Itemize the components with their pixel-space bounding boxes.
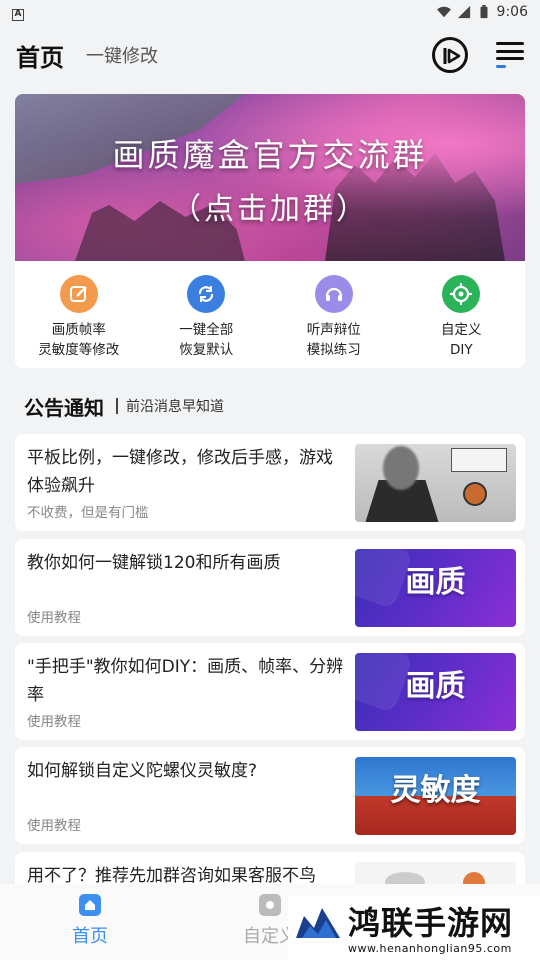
quick-action-sound-practice[interactable]: 听声辩位 模拟练习 bbox=[270, 261, 398, 368]
menu-line bbox=[496, 42, 524, 45]
article-title: 教你如何一键解锁120和所有画质 bbox=[27, 553, 281, 573]
crosshair-icon bbox=[442, 275, 481, 313]
article-meta: 使用教程 bbox=[27, 610, 81, 626]
tab-home[interactable]: 首页 bbox=[0, 884, 180, 960]
quick-action-line: 恢复默认 bbox=[179, 342, 234, 358]
divider bbox=[116, 398, 118, 414]
watermark-name: 鸿联手游网 bbox=[348, 904, 514, 942]
quick-action-line: 灵敏度等修改 bbox=[38, 342, 120, 358]
watermark-url: www.henanhonglian95.com bbox=[348, 942, 512, 955]
status-bar: A 9:06 bbox=[0, 0, 540, 24]
notice-section-header: 公告通知 前沿消息早知道 bbox=[24, 392, 224, 420]
quick-action-line: 模拟练习 bbox=[306, 342, 361, 358]
site-watermark: 鸿联手游网 www.henanhonglian95.com bbox=[288, 896, 540, 960]
quick-action-label: 一键全部 恢复默认 bbox=[179, 320, 233, 360]
article-title: "手把手"教你如何DIY：画质、帧率、分辨率 bbox=[27, 657, 344, 705]
page-title: 首页 bbox=[16, 43, 64, 72]
page-subtitle[interactable]: 一键修改 bbox=[86, 42, 158, 68]
thumbnail-word: 画质 bbox=[405, 565, 466, 600]
article-meta: 使用教程 bbox=[27, 714, 81, 730]
article-meta: 不收费，但是有门槛 bbox=[27, 505, 149, 521]
banner-title: 画质魔盒官方交流群 bbox=[112, 136, 428, 174]
play-button[interactable] bbox=[432, 37, 468, 73]
home-icon bbox=[79, 894, 101, 916]
tab-label: 首页 bbox=[72, 926, 108, 947]
quick-action-label: 画质帧率 灵敏度等修改 bbox=[38, 320, 119, 360]
status-time: 9:06 bbox=[496, 4, 528, 20]
join-group-banner[interactable]: 画质魔盒官方交流群 （点击加群） bbox=[15, 94, 525, 261]
menu-line-accent bbox=[496, 64, 506, 68]
headset-icon bbox=[314, 275, 353, 313]
thumbnail-art bbox=[383, 446, 419, 490]
quick-action-label: 自定义 DIY bbox=[441, 320, 482, 360]
menu-button[interactable] bbox=[496, 42, 524, 68]
article-title: 如何解锁自定义陀螺仪灵敏度? bbox=[27, 761, 258, 781]
notice-subtitle: 前沿消息早知道 bbox=[126, 399, 224, 415]
app-notification-icon: A bbox=[12, 8, 24, 21]
menu-line bbox=[496, 49, 524, 53]
quick-action-line: 听声辩位 bbox=[306, 322, 361, 338]
signal-icon bbox=[457, 5, 470, 19]
quick-action-line: 画质帧率 bbox=[51, 322, 106, 338]
article-thumbnail: 画质 bbox=[355, 549, 516, 627]
thumbnail-word: 画质 bbox=[405, 669, 466, 704]
quick-action-diy[interactable]: 自定义 DIY bbox=[398, 261, 526, 368]
wifi-icon bbox=[436, 6, 451, 18]
status-right: 9:06 bbox=[436, 4, 528, 20]
article-card[interactable]: 如何解锁自定义陀螺仪灵敏度? 使用教程 灵敏度 bbox=[15, 747, 525, 844]
quick-action-line: 自定义 bbox=[441, 322, 482, 338]
article-thumbnail: 画质 bbox=[355, 653, 516, 731]
article-card[interactable]: 教你如何一键解锁120和所有画质 使用教程 画质 bbox=[15, 539, 525, 636]
quick-action-modify[interactable]: 画质帧率 灵敏度等修改 bbox=[15, 261, 143, 368]
quick-action-line: DIY bbox=[449, 342, 473, 358]
edit-icon bbox=[59, 275, 98, 313]
custom-icon bbox=[259, 894, 281, 916]
header-actions bbox=[432, 37, 524, 73]
menu-line bbox=[496, 57, 524, 61]
article-card[interactable]: "手把手"教你如何DIY：画质、帧率、分辨率 使用教程 画质 bbox=[15, 643, 525, 740]
quick-action-restore[interactable]: 一键全部 恢复默认 bbox=[143, 261, 271, 368]
battery-icon bbox=[480, 5, 488, 19]
top-header: 首页 一键修改 bbox=[0, 24, 540, 86]
play-icon bbox=[443, 48, 461, 64]
hero-card: 画质魔盒官方交流群 （点击加群） 画质帧率 灵敏度等修改 一键全部 恢复默认 听… bbox=[15, 94, 525, 368]
article-title: 平板比例，一键修改，修改后手感，游戏体验飙升 bbox=[27, 448, 333, 496]
basketball-icon bbox=[463, 482, 487, 506]
status-left: A bbox=[12, 4, 24, 21]
quick-action-line: 一键全部 bbox=[179, 322, 234, 338]
article-card[interactable]: 平板比例，一键修改，修改后手感，游戏体验飙升 不收费，但是有门槛 bbox=[15, 434, 525, 531]
article-meta: 使用教程 bbox=[27, 818, 81, 834]
quick-action-label: 听声辩位 模拟练习 bbox=[307, 320, 361, 360]
notice-title: 公告通知 bbox=[24, 395, 104, 420]
thumbnail-word: 灵敏度 bbox=[390, 773, 481, 808]
banner-subtitle: （点击加群） bbox=[171, 192, 369, 227]
thumbnail-art bbox=[451, 448, 507, 472]
quick-actions: 画质帧率 灵敏度等修改 一键全部 恢复默认 听声辩位 模拟练习 自定义 DIY bbox=[15, 261, 525, 368]
watermark-logo-icon bbox=[296, 908, 340, 938]
article-thumbnail bbox=[355, 444, 516, 522]
refresh-icon bbox=[187, 275, 226, 313]
article-thumbnail: 灵敏度 bbox=[355, 757, 516, 835]
